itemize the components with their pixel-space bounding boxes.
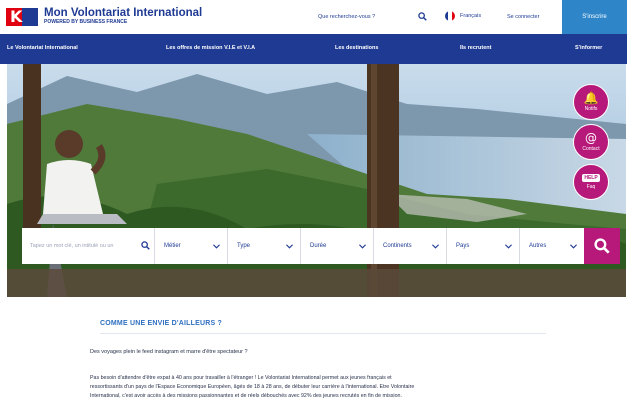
filter-metier[interactable]: Métier [155,228,228,264]
keyword-search-input[interactable]: Tapez un mot clé, un intitulé ou un [22,228,155,264]
header-search-label[interactable]: Que recherchez-vous ? [318,14,375,20]
search-icon [594,238,610,254]
chevron-down-icon [213,243,220,249]
filter-pays[interactable]: Pays [447,228,520,264]
search-icon [141,241,150,250]
chevron-down-icon [359,243,366,249]
bell-icon: 🔔 [583,91,599,105]
section-divider [100,333,546,334]
nav-item-offres[interactable]: Les offres de mission V.I.E et V.I.A [166,45,255,51]
notifications-button[interactable]: 🔔 Notifs [573,84,609,120]
filter-duree[interactable]: Durée [301,228,374,264]
search-submit-button[interactable] [584,228,620,264]
filter-type[interactable]: Type [228,228,301,264]
top-bar: K Mon Volontariat International POWERED … [0,0,627,34]
search-filter-bar: Tapez un mot clé, un intitulé ou un Méti… [22,228,584,264]
signup-button[interactable]: S'inscrire [562,0,627,34]
logo-mark-icon: K [6,7,38,26]
site-logo[interactable]: K Mon Volontariat International POWERED … [6,7,202,26]
login-link[interactable]: Se connecter [507,14,539,20]
filter-continents[interactable]: Continents [374,228,447,264]
intro-paragraph: Pas besoin d'attendre d'être expat à 40 … [90,375,415,399]
chevron-down-icon [432,243,439,249]
main-nav: Le Volontariat International Les offres … [0,34,627,64]
chevron-down-icon [505,243,512,249]
contact-button[interactable]: @ Contact [573,124,609,160]
logo-title: Mon Volontariat International [44,7,203,19]
language-label: Français [460,13,482,19]
nav-item-destinations[interactable]: Les destinations [335,45,378,51]
logo-subtitle: POWERED BY BUSINESS FRANCE [44,19,128,25]
search-icon[interactable] [418,12,427,21]
nav-item-volontariat[interactable]: Le Volontariat International [7,45,78,51]
filter-autres[interactable]: Autres [520,228,584,264]
nav-item-recrutent[interactable]: Ils recrutent [460,45,491,51]
intro-line: Des voyages plein le feed instagram et m… [90,349,248,355]
chevron-down-icon [286,243,293,249]
help-badge-icon: HELP [582,174,600,182]
chevron-down-icon [570,243,577,249]
at-sign-icon: @ [585,131,597,145]
section-title: COMME UNE ENVIE D'AILLEURS ? [100,320,222,327]
language-selector[interactable]: Français [445,11,481,21]
faq-button[interactable]: HELP Faq [573,164,609,200]
nav-item-informer[interactable]: S'informer [575,45,602,51]
french-flag-icon [445,11,455,21]
